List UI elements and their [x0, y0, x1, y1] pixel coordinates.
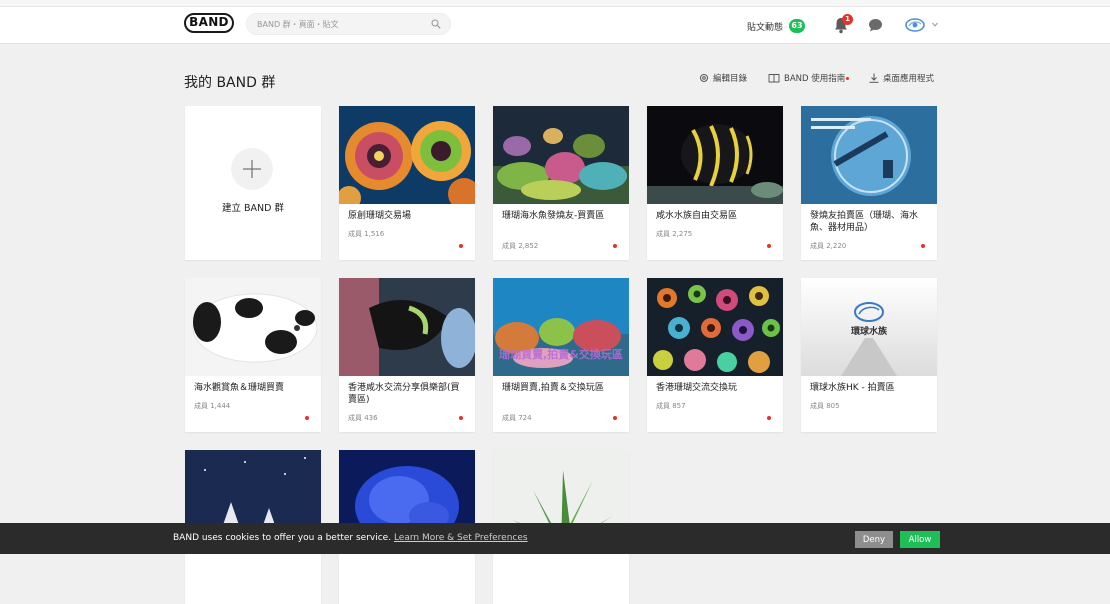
- new-post-dot: [767, 244, 771, 248]
- band-name: 香港咸水交流分享俱樂部(買賣區): [348, 383, 460, 405]
- cookie-banner: BAND uses cookies to offer you a better …: [0, 523, 1110, 554]
- band-member-count: 成員 2,852: [502, 242, 539, 250]
- new-post-dot: [613, 416, 617, 420]
- band-member-count: 成員 436: [348, 414, 378, 422]
- new-post-dot: [921, 244, 925, 248]
- book-icon: [768, 74, 780, 83]
- band-cover-image: [493, 106, 629, 204]
- cookie-text: BAND uses cookies to offer you a better …: [173, 533, 392, 543]
- band-member-count: 成員 1,444: [194, 402, 231, 410]
- band-member-count: 成員 2,220: [810, 242, 847, 250]
- band-cover-image: [647, 106, 783, 204]
- band-cover-image: [647, 278, 783, 376]
- guide-new-dot: [846, 76, 850, 80]
- avatar[interactable]: [904, 16, 926, 34]
- desktop-app-label: 桌面應用程式: [883, 74, 935, 84]
- band-cover-image: [801, 106, 937, 204]
- band-cover-image: [185, 278, 321, 376]
- new-post-dot: [613, 244, 617, 248]
- band-card[interactable]: 發燒友拍賣區（珊瑚、海水魚、器材用品） 成員 2,220: [801, 106, 937, 260]
- band-card[interactable]: 原創珊瑚交易場 成員 1,516: [339, 106, 475, 260]
- chat-icon[interactable]: [868, 18, 883, 32]
- page-title: 我的 BAND 群: [184, 75, 276, 91]
- top-border: [0, 0, 1110, 7]
- band-member-count: 成員 2,275: [656, 230, 693, 238]
- allow-button[interactable]: Allow: [900, 531, 940, 548]
- create-band-label: 建立 BAND 群: [222, 203, 284, 214]
- band-cover-image: [339, 106, 475, 204]
- band-card[interactable]: 珊瑚海水魚發燒友-買賣區 成員 2,852: [493, 106, 629, 260]
- new-post-dot: [459, 416, 463, 420]
- search-input[interactable]: [257, 17, 417, 31]
- posts-activity-count-badge: 63: [789, 19, 805, 33]
- new-post-dot: [767, 416, 771, 420]
- band-cover-image: 珊瑚買賣,拍賣&交換玩區: [493, 278, 629, 376]
- band-card[interactable]: 香港珊瑚交流交換玩 成員 857: [647, 278, 783, 432]
- top-header: BAND 貼文動態 63 1: [0, 7, 1110, 44]
- desktop-app-button[interactable]: 桌面應用程式: [869, 72, 934, 84]
- edit-list-button[interactable]: 編輯目錄: [699, 72, 747, 84]
- band-member-count: 成員 1,516: [348, 230, 385, 238]
- notification-count-badge: 1: [842, 14, 853, 25]
- band-cover-image: 環球水族: [801, 278, 937, 376]
- band-member-count: 成員 724: [502, 414, 532, 422]
- edit-list-label: 編輯目錄: [713, 74, 748, 84]
- plus-icon: [231, 148, 273, 190]
- band-logo[interactable]: BAND: [184, 13, 234, 33]
- band-name: 珊瑚買賣,拍賣＆交換玩區: [502, 383, 604, 393]
- band-name: 發燒友拍賣區（珊瑚、海水魚、器材用品）: [810, 211, 919, 233]
- guide-button[interactable]: BAND 使用指南: [768, 72, 850, 84]
- cookie-preferences-link[interactable]: Learn More & Set Preferences: [394, 533, 528, 543]
- band-card[interactable]: 海水觀賞魚＆珊瑚買賣 成員 1,444: [185, 278, 321, 432]
- posts-activity-link[interactable]: 貼文動態: [747, 20, 783, 33]
- band-name: 環球水族HK - 拍賣區: [810, 383, 895, 393]
- cover-logo-text: 環球水族: [851, 325, 888, 337]
- band-name: 珊瑚海水魚發燒友-買賣區: [502, 211, 605, 221]
- band-card[interactable]: 香港咸水交流分享俱樂部(買賣區) 成員 436: [339, 278, 475, 432]
- band-member-count: 成員 805: [810, 402, 840, 410]
- cover-overlay-text: 珊瑚買賣,拍賣&交換玩區: [499, 347, 623, 361]
- band-name: 海水觀賞魚＆珊瑚買賣: [194, 383, 285, 393]
- new-post-dot: [459, 244, 463, 248]
- search-box[interactable]: [246, 13, 451, 35]
- new-post-dot: [305, 416, 309, 420]
- band-card[interactable]: 珊瑚買賣,拍賣&交換玩區 珊瑚買賣,拍賣＆交換玩區 成員 724: [493, 278, 629, 432]
- band-name: 咸水水族自由交易區: [656, 211, 738, 221]
- cookie-message: BAND uses cookies to offer you a better …: [173, 533, 528, 543]
- band-card[interactable]: 環球水族 環球水族HK - 拍賣區 成員 805: [801, 278, 937, 432]
- chevron-down-icon[interactable]: [932, 22, 938, 27]
- band-name: 香港珊瑚交流交換玩: [656, 383, 738, 393]
- create-band-card[interactable]: 建立 BAND 群: [185, 106, 321, 260]
- band-card[interactable]: 咸水水族自由交易區 成員 2,275: [647, 106, 783, 260]
- download-icon: [869, 73, 879, 83]
- band-cover-image: [339, 278, 475, 376]
- deny-button[interactable]: Deny: [855, 531, 893, 548]
- search-icon[interactable]: [431, 19, 441, 29]
- band-name: 原創珊瑚交易場: [348, 211, 412, 221]
- gear-icon: [700, 74, 708, 82]
- guide-label: BAND 使用指南: [784, 74, 846, 84]
- band-member-count: 成員 857: [656, 402, 686, 410]
